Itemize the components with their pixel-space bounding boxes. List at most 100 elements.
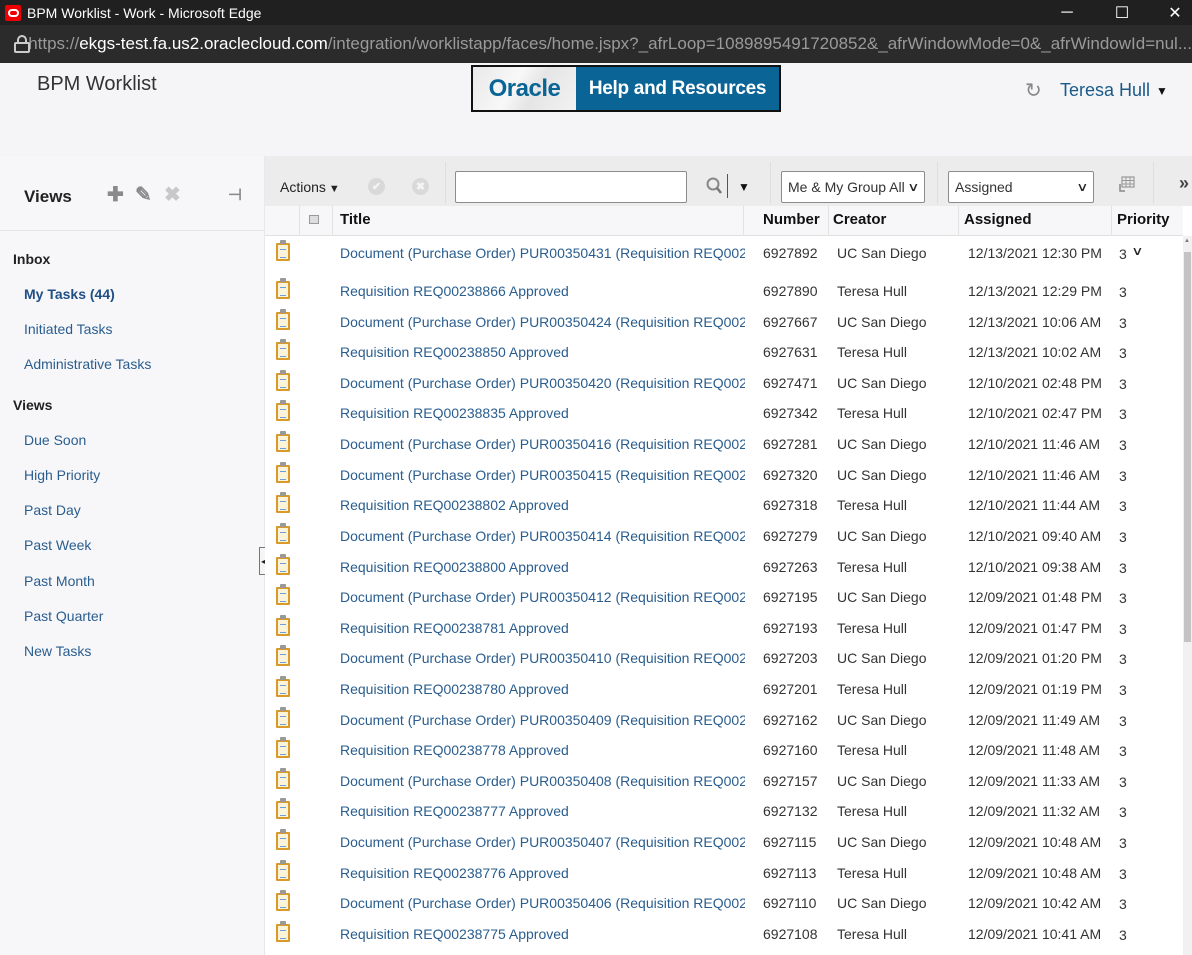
column-header-assigned[interactable]: Assigned <box>964 211 1032 228</box>
task-creator: Teresa Hull <box>837 497 908 513</box>
task-row[interactable]: Document (Purchase Order) PUR00350431 (R… <box>265 238 1183 268</box>
task-row[interactable]: Document (Purchase Order) PUR00350415 (R… <box>265 460 1183 490</box>
task-row[interactable]: Requisition REQ00238778 Approved 6927160 T… <box>265 735 1183 765</box>
views-section-label: Views <box>13 397 53 413</box>
nav-past-month[interactable]: Past Month <box>24 573 95 589</box>
task-row[interactable]: Document (Purchase Order) PUR00350410 (R… <box>265 643 1183 673</box>
task-row[interactable]: Requisition REQ00238802 Approved 6927318 T… <box>265 490 1183 520</box>
sidebar-header: Views ✚ ✎ ✖ ⊣ <box>0 156 264 231</box>
task-title-link[interactable]: Document (Purchase Order) PUR00350414 (R… <box>340 528 745 544</box>
task-creator: UC San Diego <box>837 895 927 911</box>
maximize-button[interactable]: ☐ <box>1099 0 1145 25</box>
task-title-link[interactable]: Document (Purchase Order) PUR00350415 (R… <box>340 467 745 483</box>
task-row[interactable]: Requisition REQ00238835 Approved 6927342 T… <box>265 398 1183 428</box>
task-title-link[interactable]: Document (Purchase Order) PUR00350409 (R… <box>340 712 745 728</box>
help-and-resources-banner[interactable]: Oracle Help and Resources <box>471 65 781 112</box>
column-settings-icon[interactable] <box>1116 176 1136 194</box>
task-number: 6927132 <box>763 803 818 819</box>
close-button[interactable]: ✕ <box>1152 0 1192 25</box>
task-title-link[interactable]: Requisition REQ00238775 Approved <box>340 926 745 942</box>
state-filter-select[interactable]: Assigned ∨ <box>948 171 1094 203</box>
task-row[interactable]: Document (Purchase Order) PUR00350408 (R… <box>265 766 1183 796</box>
reject-icon[interactable]: ✖ <box>412 178 429 195</box>
task-row[interactable]: Requisition REQ00238800 Approved 6927263 T… <box>265 552 1183 582</box>
minimize-button[interactable]: ─ <box>1044 0 1090 25</box>
task-row[interactable]: Requisition REQ00238866 Approved 6927890 T… <box>265 276 1183 306</box>
column-header-priority[interactable]: Priority <box>1117 211 1170 228</box>
nav-past-week[interactable]: Past Week <box>24 537 91 553</box>
task-row[interactable]: Requisition REQ00238780 Approved 6927201 T… <box>265 674 1183 704</box>
task-title-link[interactable]: Requisition REQ00238850 Approved <box>340 344 745 360</box>
task-creator: UC San Diego <box>837 650 927 666</box>
task-creator: UC San Diego <box>837 834 927 850</box>
task-title-link[interactable]: Document (Purchase Order) PUR00350416 (R… <box>340 436 745 452</box>
task-row[interactable]: Document (Purchase Order) PUR00350412 (R… <box>265 582 1183 612</box>
task-row[interactable]: Document (Purchase Order) PUR00350424 (R… <box>265 307 1183 337</box>
task-title-link[interactable]: Document (Purchase Order) PUR00350406 (R… <box>340 895 745 911</box>
task-title-link[interactable]: Document (Purchase Order) PUR00350420 (R… <box>340 375 745 391</box>
task-title-link[interactable]: Document (Purchase Order) PUR00350424 (R… <box>340 314 745 330</box>
task-row[interactable]: Document (Purchase Order) PUR00350407 (R… <box>265 827 1183 857</box>
refresh-icon[interactable]: ↻ <box>1025 78 1042 103</box>
task-priority: 3 <box>1119 315 1127 331</box>
nav-administrative-tasks[interactable]: Administrative Tasks <box>24 356 151 372</box>
edit-view-icon[interactable]: ✎ <box>135 182 152 207</box>
task-clipboard-icon <box>276 584 290 605</box>
address-bar[interactable]: https://ekgs-test.fa.us2.oraclecloud.com… <box>0 25 1192 63</box>
nav-past-quarter[interactable]: Past Quarter <box>24 608 103 624</box>
search-input[interactable] <box>455 171 687 203</box>
scroll-up-icon[interactable]: ▲ <box>1184 238 1190 244</box>
advanced-search-dropdown-icon[interactable]: ▼ <box>738 180 750 194</box>
task-title-link[interactable]: Requisition REQ00238866 Approved <box>340 283 745 299</box>
task-title-link[interactable]: Document (Purchase Order) PUR00350407 (R… <box>340 834 745 850</box>
detach-table-icon[interactable] <box>309 215 319 224</box>
task-row[interactable]: Document (Purchase Order) PUR00350420 (R… <box>265 368 1183 398</box>
task-title-link[interactable]: Document (Purchase Order) PUR00350431 (R… <box>340 245 745 261</box>
task-creator: Teresa Hull <box>837 405 908 421</box>
column-header-title[interactable]: Title <box>340 211 371 228</box>
oracle-logo-icon <box>5 4 21 21</box>
task-row[interactable]: Requisition REQ00238850 Approved 6927631 T… <box>265 337 1183 367</box>
task-title-link[interactable]: Requisition REQ00238781 Approved <box>340 620 745 636</box>
pin-icon[interactable]: ⊣ <box>228 185 242 205</box>
column-header-number[interactable]: Number <box>763 211 820 228</box>
add-view-icon[interactable]: ✚ <box>107 182 124 207</box>
task-row[interactable]: Requisition REQ00238777 Approved 6927132 T… <box>265 796 1183 826</box>
task-title-link[interactable]: Document (Purchase Order) PUR00350408 (R… <box>340 773 745 789</box>
nav-initiated-tasks[interactable]: Initiated Tasks <box>24 321 112 337</box>
assignee-filter-select[interactable]: Me & My Group All ∨ <box>781 171 925 203</box>
task-row[interactable]: Requisition REQ00238781 Approved 6927193 T… <box>265 613 1183 643</box>
nav-past-day[interactable]: Past Day <box>24 502 81 518</box>
task-row[interactable]: Requisition REQ00238775 Approved 6927108 T… <box>265 919 1183 949</box>
task-row[interactable]: Document (Purchase Order) PUR00350406 (R… <box>265 888 1183 918</box>
delete-view-icon[interactable]: ✖ <box>164 182 181 207</box>
row-expand-chevron-icon[interactable]: ∨ <box>1131 244 1143 258</box>
task-row[interactable]: Document (Purchase Order) PUR00350416 (R… <box>265 429 1183 459</box>
task-title-link[interactable]: Document (Purchase Order) PUR00350412 (R… <box>340 589 745 605</box>
task-row[interactable]: Document (Purchase Order) PUR00350414 (R… <box>265 521 1183 551</box>
nav-due-soon[interactable]: Due Soon <box>24 432 86 448</box>
vertical-scrollbar[interactable]: ▲ <box>1183 236 1192 955</box>
task-row[interactable]: Document (Purchase Order) PUR00350409 (R… <box>265 705 1183 735</box>
task-title-link[interactable]: Requisition REQ00238835 Approved <box>340 405 745 421</box>
nav-new-tasks[interactable]: New Tasks <box>24 643 91 659</box>
toolbar-overflow-icon[interactable]: » <box>1179 173 1189 194</box>
task-title-link[interactable]: Requisition REQ00238800 Approved <box>340 559 745 575</box>
task-title-link[interactable]: Requisition REQ00238778 Approved <box>340 742 745 758</box>
task-title-link[interactable]: Requisition REQ00238802 Approved <box>340 497 745 513</box>
state-filter-value: Assigned <box>955 179 1013 195</box>
approve-icon[interactable]: ✔ <box>368 178 385 195</box>
user-menu[interactable]: Teresa Hull ▼ <box>1060 80 1168 101</box>
task-title-link[interactable]: Requisition REQ00238777 Approved <box>340 803 745 819</box>
actions-menu[interactable]: Actions ▼ <box>280 179 340 195</box>
task-title-link[interactable]: Document (Purchase Order) PUR00350410 (R… <box>340 650 745 666</box>
nav-my-tasks[interactable]: My Tasks (44) <box>24 286 115 302</box>
search-icon[interactable] <box>705 176 725 196</box>
scrollbar-thumb[interactable] <box>1184 252 1191 642</box>
task-assigned-date: 12/09/2021 01:19 PM <box>968 681 1102 697</box>
column-header-creator[interactable]: Creator <box>833 211 886 228</box>
task-row[interactable]: Requisition REQ00238776 Approved 6927113 T… <box>265 858 1183 888</box>
nav-high-priority[interactable]: High Priority <box>24 467 100 483</box>
task-title-link[interactable]: Requisition REQ00238780 Approved <box>340 681 745 697</box>
task-title-link[interactable]: Requisition REQ00238776 Approved <box>340 865 745 881</box>
